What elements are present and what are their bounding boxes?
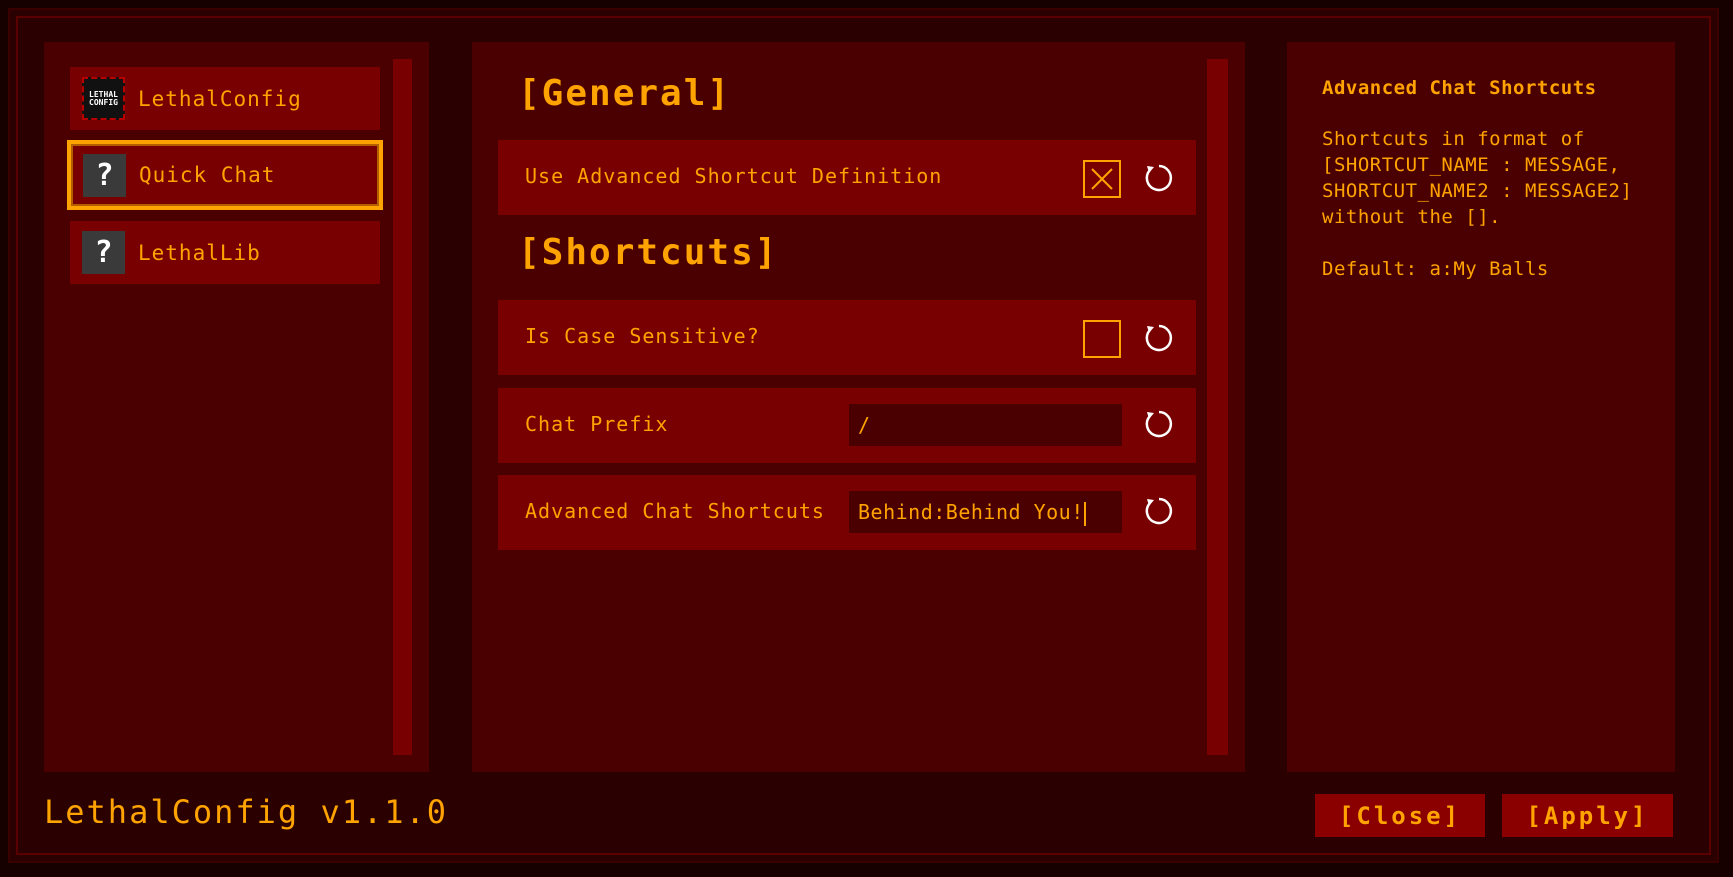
use-advanced-shortcut-checkbox[interactable] (1083, 160, 1121, 198)
mod-item-quick-chat[interactable]: ? Quick Chat (67, 140, 383, 210)
mod-list-scrollbar[interactable] (393, 59, 412, 755)
logo-text: LETHAL CONFIG (89, 89, 118, 107)
config-row-label: Is Case Sensitive? (525, 324, 760, 348)
reset-icon[interactable] (1143, 495, 1175, 527)
reset-icon[interactable] (1143, 408, 1175, 440)
version-label: LethalConfig v1.1.0 (44, 793, 449, 831)
mod-item-label: LethalConfig (138, 86, 302, 111)
description-line: Shortcuts in format of (1322, 128, 1585, 150)
advanced-chat-shortcuts-input[interactable]: Behind:Behind You! (849, 491, 1122, 533)
config-row-chat-prefix: Chat Prefix / (498, 388, 1196, 463)
input-value: Behind:Behind You! (858, 500, 1084, 524)
mod-item-lethalconfig[interactable]: LETHAL CONFIG LethalConfig (70, 67, 380, 130)
question-mark-icon: ? (83, 153, 126, 197)
description-title: Advanced Chat Shortcuts (1322, 77, 1597, 99)
description-line: SHORTCUT_NAME2 : MESSAGE2] (1322, 180, 1633, 202)
mod-item-label: LethalLib (138, 240, 261, 265)
section-title-general: [General] (518, 73, 732, 114)
description-line: without the []. (1322, 206, 1502, 228)
config-row-advanced-chat-shortcuts: Advanced Chat Shortcuts Behind:Behind Yo… (498, 475, 1196, 550)
close-button[interactable]: [Close] (1315, 794, 1485, 837)
is-case-sensitive-checkbox[interactable] (1083, 320, 1121, 358)
mod-item-label: Quick Chat (139, 163, 276, 187)
config-row-label: Use Advanced Shortcut Definition (525, 164, 943, 188)
reset-icon[interactable] (1143, 162, 1175, 194)
text-cursor (1083, 501, 1086, 526)
config-items-scrollbar[interactable] (1207, 59, 1228, 755)
config-row-label: Chat Prefix (525, 412, 669, 436)
config-row-is-case-sensitive: Is Case Sensitive? (498, 300, 1196, 375)
description-default: Default: a:My Balls (1322, 258, 1549, 280)
lethalconfig-logo-icon: LETHAL CONFIG (82, 77, 125, 120)
config-window: LETHAL CONFIG LethalConfig ? Quick Chat … (0, 0, 1733, 877)
description-line: [SHORTCUT_NAME : MESSAGE, (1322, 154, 1621, 176)
mod-item-lethallib[interactable]: ? LethalLib (70, 221, 380, 284)
reset-icon[interactable] (1143, 322, 1175, 354)
section-title-shortcuts: [Shortcuts] (518, 232, 779, 273)
apply-button[interactable]: [Apply] (1502, 794, 1673, 837)
chat-prefix-input[interactable]: / (849, 404, 1122, 446)
config-row-use-advanced-shortcut: Use Advanced Shortcut Definition (498, 140, 1196, 215)
checkmark-x-icon (1091, 168, 1113, 190)
question-mark-icon: ? (82, 231, 125, 274)
config-row-label: Advanced Chat Shortcuts (525, 499, 825, 523)
